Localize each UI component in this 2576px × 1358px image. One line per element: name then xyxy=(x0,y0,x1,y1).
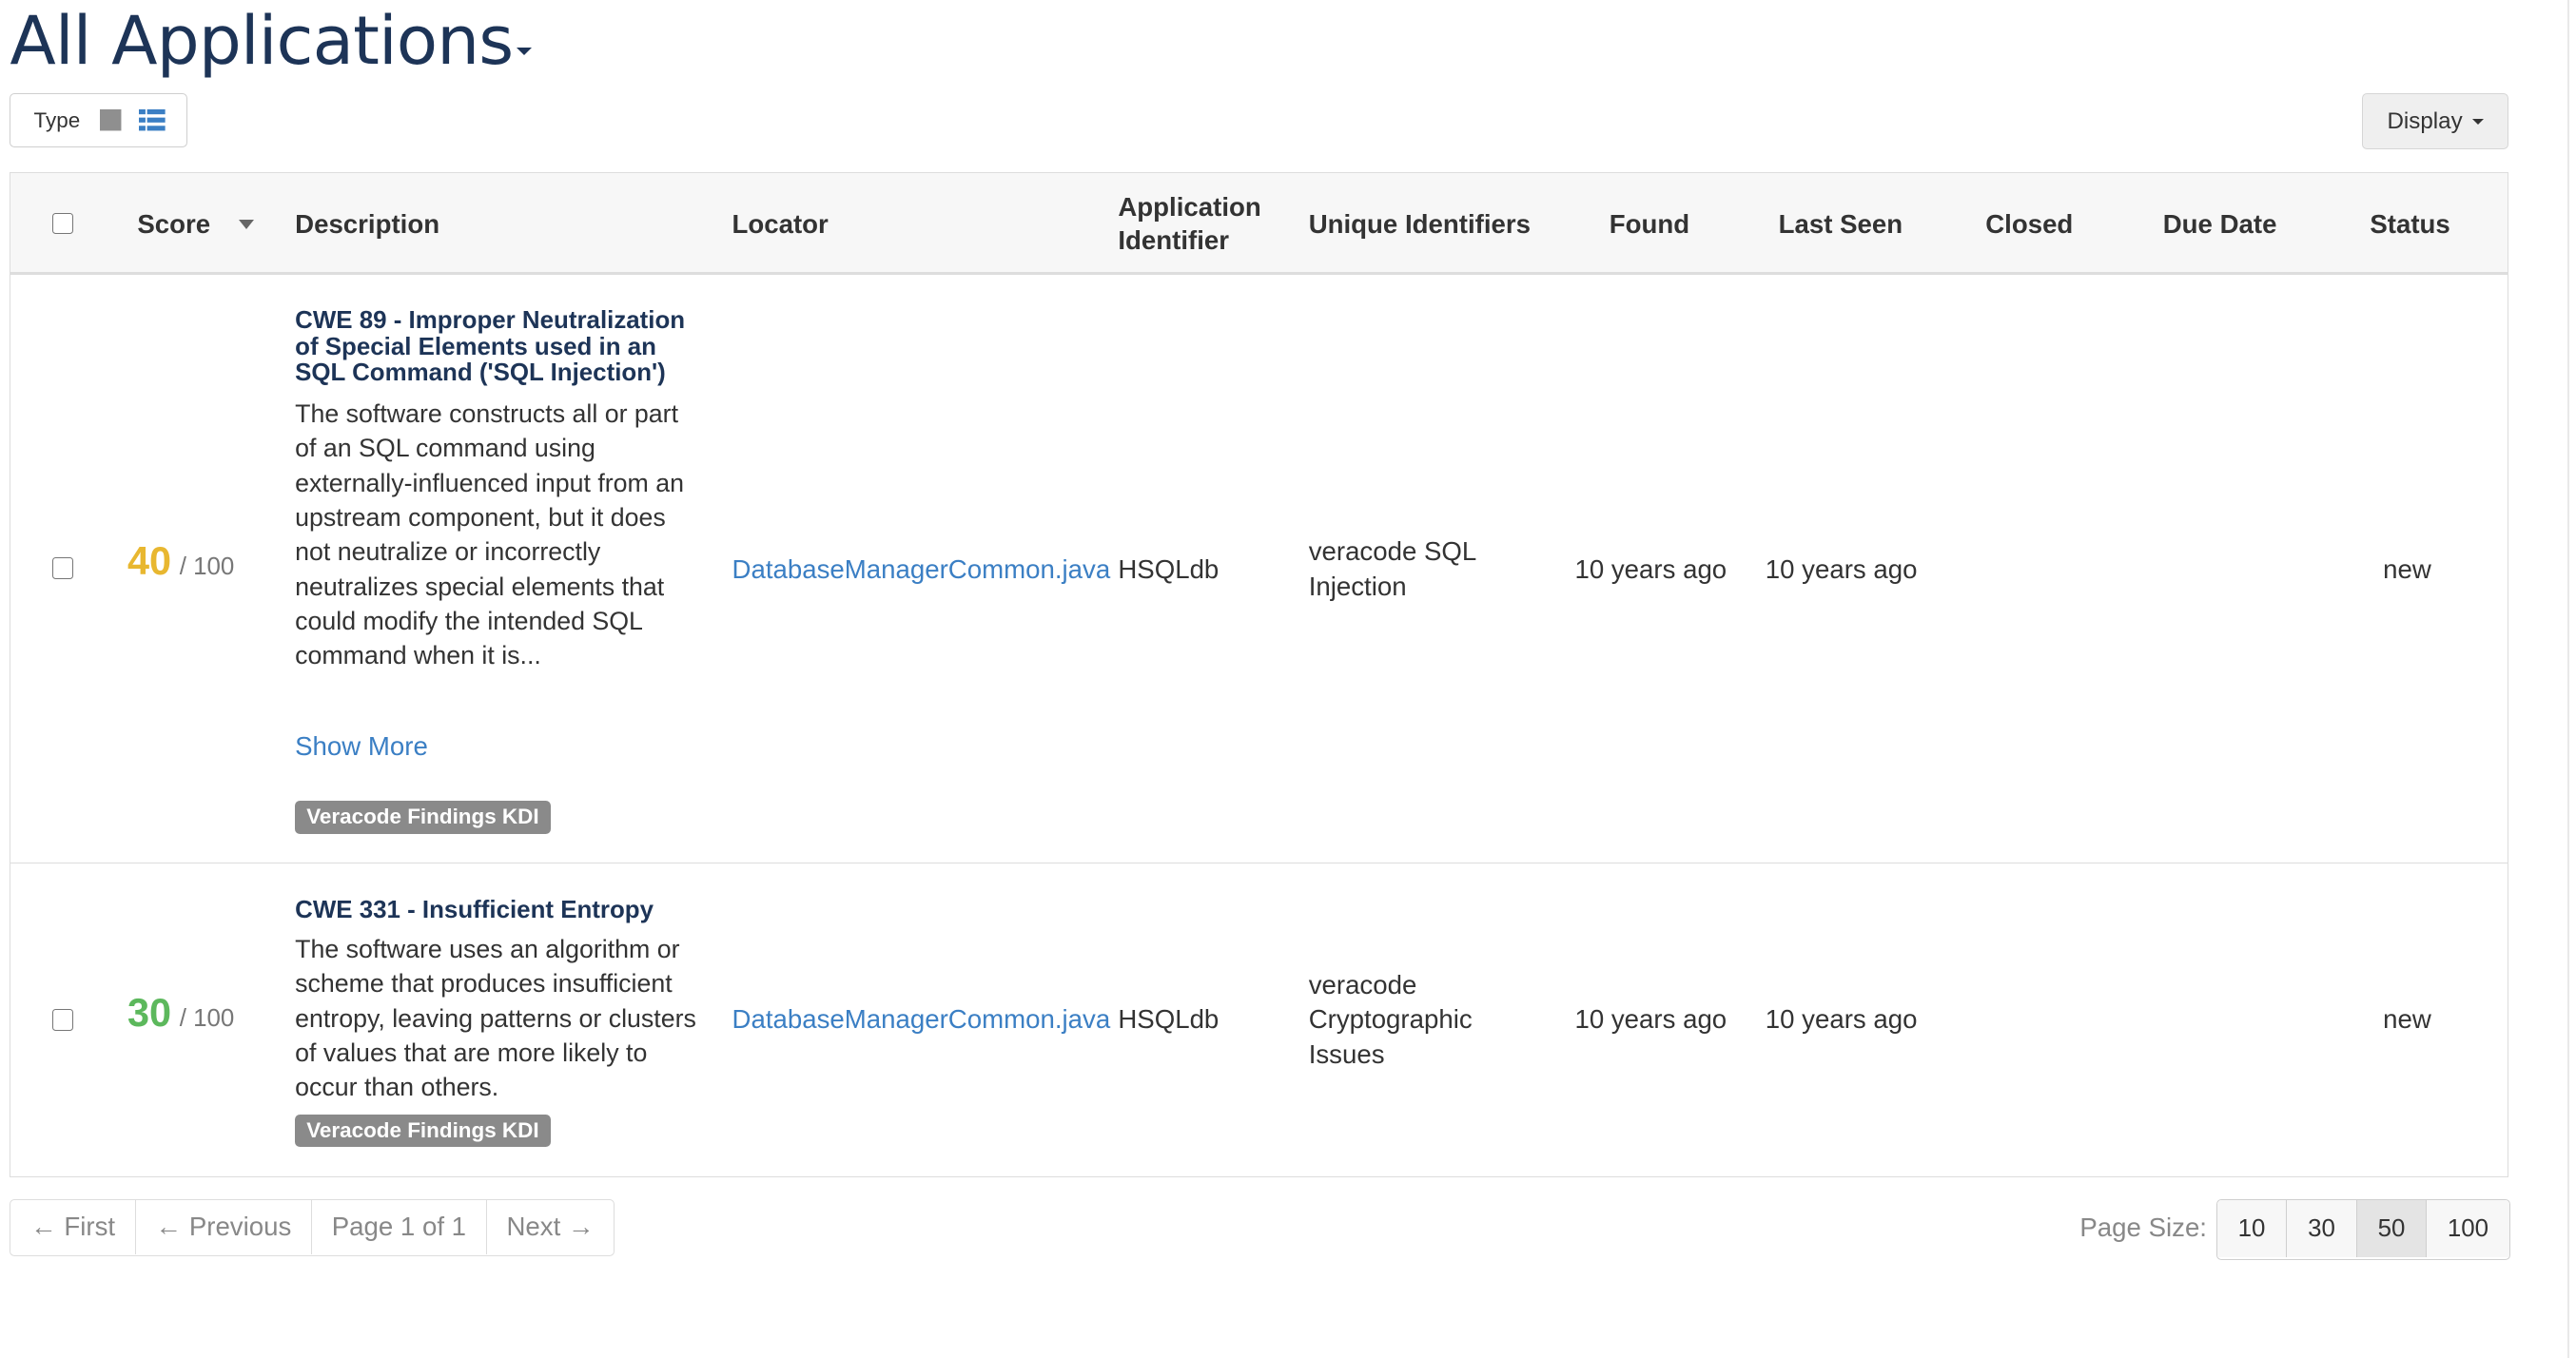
display-button[interactable]: Display xyxy=(2362,93,2509,150)
page-info: Page 1 of 1 xyxy=(312,1199,487,1254)
column-header-application-identifier[interactable]: Application Identifier xyxy=(1118,191,1265,257)
square-tile-icon[interactable] xyxy=(99,108,123,132)
table-row: 40 / 100 CWE 89 - Improper Neutralizatio… xyxy=(10,275,2508,863)
last-seen-date: 10 years ago xyxy=(1765,554,1918,585)
unique-identifiers: veracode SQL Injection xyxy=(1308,536,1476,601)
list-view-icon[interactable] xyxy=(139,108,166,132)
caret-down-icon xyxy=(2472,118,2485,126)
found-date: 10 years ago xyxy=(1574,1004,1727,1035)
page-size-50-button[interactable]: 50 xyxy=(2356,1199,2428,1258)
row-checkbox[interactable] xyxy=(51,557,73,579)
type-label: Type xyxy=(33,107,81,132)
chevron-down-icon xyxy=(516,48,532,55)
scrollbar-edge xyxy=(2567,0,2570,1358)
column-header-score[interactable]: Score xyxy=(137,208,210,242)
page-size-100-button[interactable]: 100 xyxy=(2427,1199,2509,1258)
table-row: 30 / 100 CWE 331 - Insufficient Entropy … xyxy=(10,864,2508,1174)
found-date: 10 years ago xyxy=(1574,554,1727,585)
column-header-found[interactable]: Found xyxy=(1610,208,1689,242)
application-identifier: HSQLdb xyxy=(1118,1004,1220,1035)
status: new xyxy=(2383,554,2431,585)
app-selector[interactable]: All Applications xyxy=(10,1,532,81)
column-header-last-seen[interactable]: Last Seen xyxy=(1779,208,1903,242)
score-max: / 100 xyxy=(179,553,235,580)
display-button-label: Display xyxy=(2387,107,2463,134)
findings-table: Score Description Locator Application Id… xyxy=(10,172,2509,1178)
table-header: Score Description Locator Application Id… xyxy=(10,173,2508,276)
finding-description: The software constructs all or part of a… xyxy=(295,399,685,670)
status: new xyxy=(2383,1004,2431,1035)
finding-tag: Veracode Findings KDI xyxy=(295,1114,551,1148)
page-size-10-button[interactable]: 10 xyxy=(2216,1199,2288,1258)
unique-identifiers: veracode Cryptographic Issues xyxy=(1308,970,1473,1069)
pagination: ← First ← Previous Page 1 of 1 Next → xyxy=(10,1198,615,1257)
page-size-selector: 10 30 50 100 xyxy=(2215,1198,2510,1260)
score: 40 / 100 xyxy=(127,538,234,584)
column-header-due-date[interactable]: Due Date xyxy=(2163,208,2277,242)
first-page-button[interactable]: ← First xyxy=(10,1199,136,1254)
locator-link[interactable]: DatabaseManagerCommon.java xyxy=(732,553,1111,587)
page-size-30-button[interactable]: 30 xyxy=(2287,1199,2357,1258)
score-value: 40 xyxy=(127,537,172,583)
score-value: 30 xyxy=(127,989,172,1035)
page-size-label: Page Size: xyxy=(2079,1212,2207,1242)
sort-caret-icon[interactable] xyxy=(239,219,255,229)
column-header-status[interactable]: Status xyxy=(2370,208,2449,242)
last-seen-date: 10 years ago xyxy=(1765,1004,1918,1035)
page: All Applications Type Display Score Desc… xyxy=(0,0,2576,1358)
score: 30 / 100 xyxy=(127,990,234,1036)
finding-tag: Veracode Findings KDI xyxy=(295,801,551,834)
column-header-unique-identifiers[interactable]: Unique Identifiers xyxy=(1309,208,1531,242)
show-more-link[interactable]: Show More xyxy=(295,731,428,762)
previous-page-button[interactable]: ← Previous xyxy=(136,1199,313,1254)
page-title: All Applications xyxy=(10,1,514,81)
row-checkbox[interactable] xyxy=(51,1009,73,1031)
column-header-locator[interactable]: Locator xyxy=(732,208,829,242)
locator-link[interactable]: DatabaseManagerCommon.java xyxy=(732,1002,1111,1037)
column-header-description[interactable]: Description xyxy=(295,208,439,242)
score-max: / 100 xyxy=(179,1004,235,1032)
finding-title[interactable]: CWE 89 - Improper Neutralization of Spec… xyxy=(295,307,706,387)
application-identifier: HSQLdb xyxy=(1118,554,1220,585)
type-toggle: Type xyxy=(10,93,187,148)
next-page-button[interactable]: Next → xyxy=(487,1200,615,1254)
select-all-checkbox[interactable] xyxy=(51,212,73,235)
column-header-closed[interactable]: Closed xyxy=(1985,208,2073,242)
finding-title[interactable]: CWE 331 - Insufficient Entropy xyxy=(295,897,706,924)
finding-description: The software uses an algorithm or scheme… xyxy=(295,935,696,1102)
